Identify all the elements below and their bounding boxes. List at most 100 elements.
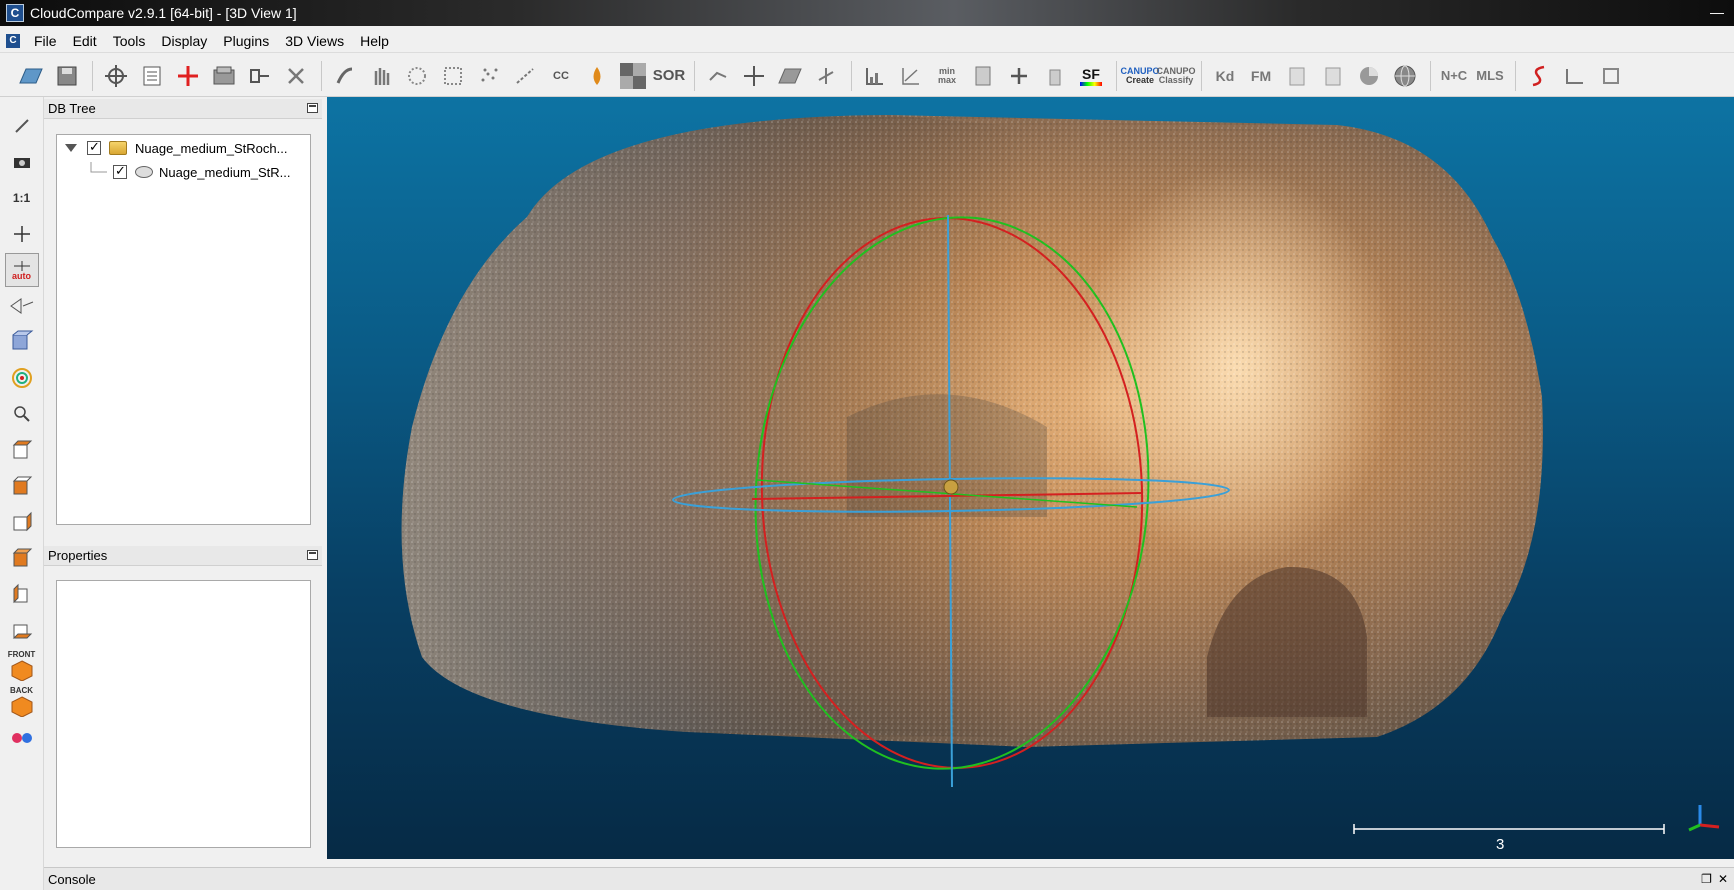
expand-arrow-icon[interactable]: [65, 144, 77, 152]
merge-button[interactable]: [243, 59, 277, 93]
move-button[interactable]: [737, 59, 771, 93]
histogram-button[interactable]: [858, 59, 892, 93]
menu-edit[interactable]: Edit: [65, 30, 105, 52]
float-dock-icon[interactable]: [307, 550, 318, 560]
menu-display[interactable]: Display: [153, 30, 215, 52]
fm-button[interactable]: FM: [1244, 59, 1278, 93]
menu-plugins[interactable]: Plugins: [215, 30, 277, 52]
export-button[interactable]: [1280, 59, 1314, 93]
sf-colors-button[interactable]: SF: [1074, 59, 1108, 93]
perspective-button[interactable]: [5, 289, 39, 323]
sor-button[interactable]: SOR: [652, 59, 686, 93]
menu-file[interactable]: File: [26, 30, 65, 52]
document-icon[interactable]: C: [6, 33, 20, 48]
calculator-button[interactable]: [966, 59, 1000, 93]
view-back-button[interactable]: [5, 541, 39, 575]
tree-item-cloud[interactable]: Nuage_medium_StR...: [89, 162, 291, 182]
color-button[interactable]: [580, 59, 614, 93]
grid-subsample-button[interactable]: [436, 59, 470, 93]
set-center-button[interactable]: [5, 217, 39, 251]
section-button[interactable]: [1558, 59, 1592, 93]
iso-front-button[interactable]: FRONT: [5, 649, 39, 683]
delete-button[interactable]: [279, 59, 313, 93]
save-button[interactable]: [50, 59, 84, 93]
pivot-icon: [11, 368, 32, 388]
tree-item-label: Nuage_medium_StRoch...: [135, 140, 288, 156]
open-icon: [19, 68, 43, 83]
minimize-button[interactable]: —: [1700, 0, 1734, 24]
plane-icon: [778, 68, 802, 83]
fit-button[interactable]: [894, 59, 928, 93]
section-icon: [1566, 68, 1583, 84]
view-left-button[interactable]: [5, 505, 39, 539]
view-bottom-button[interactable]: [5, 613, 39, 647]
view-right-button[interactable]: [5, 577, 39, 611]
script-button[interactable]: [1522, 59, 1556, 93]
console-dock[interactable]: Console ❐ ✕: [44, 867, 1734, 890]
minmax-button[interactable]: min max: [930, 59, 964, 93]
cube-top-icon: [12, 440, 32, 459]
point-picking-button[interactable]: [171, 59, 205, 93]
open-button[interactable]: [14, 59, 48, 93]
screenshot-button[interactable]: [5, 145, 39, 179]
add-sf-button[interactable]: [1002, 59, 1036, 93]
segment-button[interactable]: [364, 59, 398, 93]
properties-panel[interactable]: [56, 580, 311, 848]
plus-icon: [1011, 67, 1027, 84]
menu-tools[interactable]: Tools: [105, 30, 154, 52]
pivot-visibility-button[interactable]: [5, 361, 39, 395]
zoom-button[interactable]: [5, 397, 39, 431]
kd-button[interactable]: Kd: [1208, 59, 1242, 93]
sample-button[interactable]: [328, 59, 362, 93]
target-icon: [105, 64, 127, 87]
menu-3d-views[interactable]: 3D Views: [277, 30, 352, 52]
view-front-button[interactable]: [5, 469, 39, 503]
plane-button[interactable]: [773, 59, 807, 93]
auto-center-button[interactable]: auto: [4, 253, 39, 287]
canupo-create-button[interactable]: CANUPO Create: [1121, 59, 1160, 93]
calculator-icon: [975, 66, 991, 85]
3d-view[interactable]: [327, 97, 1734, 859]
close-icon[interactable]: ✕: [1718, 872, 1728, 886]
stereo-button[interactable]: [5, 721, 39, 755]
lights-button[interactable]: [5, 325, 39, 359]
float-dock-icon[interactable]: [307, 103, 318, 113]
cube-left-icon: [13, 511, 31, 532]
pie-button[interactable]: [1352, 59, 1386, 93]
align-button[interactable]: [701, 59, 735, 93]
iso-back-button[interactable]: BACK: [5, 685, 39, 719]
visibility-checkbox[interactable]: [113, 163, 127, 179]
tree-item-folder[interactable]: Nuage_medium_StRoch...: [65, 138, 287, 158]
menu-help[interactable]: Help: [352, 30, 397, 52]
sor-icon: SOR: [652, 67, 686, 84]
nc-button[interactable]: N+C: [1437, 59, 1471, 93]
s-curve-icon: [1532, 65, 1545, 86]
checker-button[interactable]: [616, 59, 650, 93]
registration-button[interactable]: [809, 59, 843, 93]
float-dock-icon[interactable]: ❐: [1701, 872, 1712, 886]
tree-branch-line: [90, 162, 107, 173]
cross-section-button[interactable]: [1594, 59, 1628, 93]
zoom-one-to-one-button[interactable]: 1:1: [5, 181, 39, 215]
pie-icon: [1360, 66, 1378, 85]
toolbar-separator: [1430, 60, 1431, 91]
clone-button[interactable]: [207, 59, 241, 93]
noise-button[interactable]: [472, 59, 506, 93]
connected-components-button[interactable]: CC: [544, 59, 578, 93]
csv-button[interactable]: [1316, 59, 1350, 93]
toolbar-separator: [694, 60, 695, 91]
db-tree-panel[interactable]: Nuage_medium_StRoch... Nuage_medium_StR.…: [56, 134, 311, 525]
pick-rotation-center-button[interactable]: [5, 109, 39, 143]
canupo-classify-button[interactable]: CANUPO Classify: [1157, 59, 1196, 93]
subsample-button[interactable]: [400, 59, 434, 93]
translate-rotate-button[interactable]: [99, 59, 133, 93]
folder-icon: [109, 141, 127, 155]
filter-button[interactable]: [508, 59, 542, 93]
visibility-checkbox[interactable]: [87, 139, 101, 155]
sphere-button[interactable]: [1388, 59, 1422, 93]
fm-icon: FM: [1250, 67, 1272, 84]
delete-sf-button[interactable]: [1038, 59, 1072, 93]
list-button[interactable]: [135, 59, 169, 93]
view-top-button[interactable]: [5, 433, 39, 467]
mls-button[interactable]: MLS: [1473, 59, 1507, 93]
